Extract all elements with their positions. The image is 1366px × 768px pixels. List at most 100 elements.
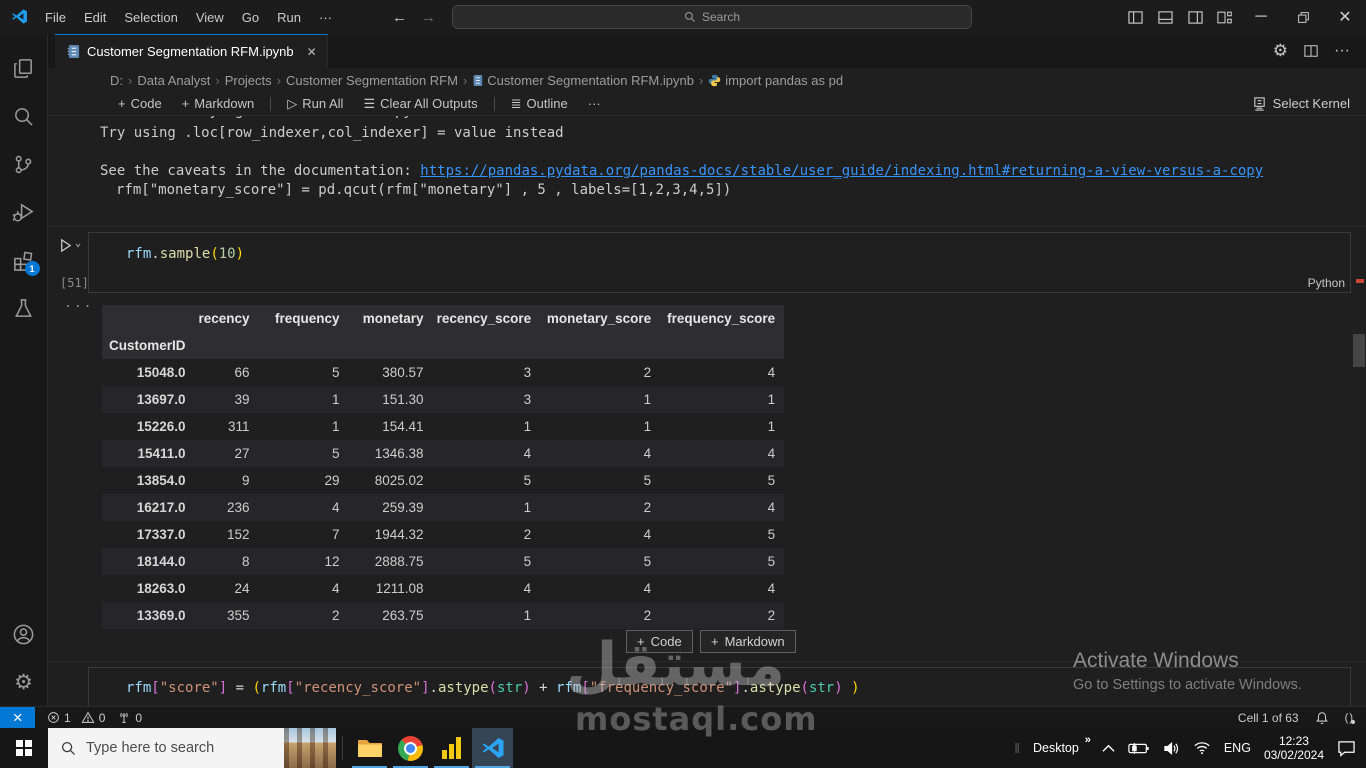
row-index: 13697.0 [136, 392, 186, 407]
problems-indicator[interactable]: 1 0 [47, 711, 105, 725]
cell-value: 9 [242, 473, 250, 488]
toolbar-more-icon[interactable]: ··· [580, 93, 609, 115]
explorer-icon[interactable] [0, 44, 48, 92]
testing-icon[interactable] [0, 284, 48, 332]
code-cell[interactable]: rfm.sample(10) [88, 232, 1351, 293]
editor-more-actions-icon[interactable]: ··· [1334, 42, 1350, 60]
minimize-button[interactable]: ─ [1240, 0, 1282, 34]
select-kernel-button[interactable]: Select Kernel [1252, 96, 1366, 111]
start-button[interactable] [0, 728, 48, 768]
cell-value: 154.41 [382, 419, 424, 434]
insert-markdown-cell-button[interactable]: + Markdown [700, 630, 796, 653]
battery-icon[interactable] [1128, 742, 1150, 755]
column-header: recency [198, 311, 250, 326]
editor-scrollbar[interactable] [1353, 334, 1365, 367]
search-highlight-image[interactable] [284, 728, 336, 768]
action-center-icon[interactable] [1337, 740, 1356, 757]
extensions-icon[interactable]: 1 [0, 236, 48, 284]
cell-value: 1944.32 [374, 527, 424, 542]
speaker-icon[interactable] [1163, 741, 1180, 756]
toggle-sidebar-icon[interactable] [1120, 0, 1150, 34]
close-window-button[interactable]: ✕ [1324, 0, 1366, 34]
braces-icon[interactable]: ( ) [1345, 712, 1355, 724]
breadcrumb-symbol[interactable]: import pandas as pd [708, 73, 843, 88]
tab-close-icon[interactable]: ✕ [307, 45, 317, 59]
cell-indicator[interactable]: Cell 1 of 63 [1238, 711, 1299, 725]
split-editor-icon[interactable] [1304, 44, 1318, 58]
breadcrumb-drive[interactable]: D: [110, 73, 123, 88]
column-header: recency_score [436, 311, 532, 326]
menu-file[interactable]: File [36, 10, 75, 25]
cell-value: 8025.02 [374, 473, 424, 488]
breadcrumb-file[interactable]: Customer Segmentation RFM.ipynb [472, 73, 694, 88]
run-dropdown-caret-icon[interactable]: ⌄ [75, 238, 81, 249]
menu-more-icon[interactable]: ··· [310, 10, 341, 25]
cell-value: 4 [767, 581, 776, 596]
show-hidden-icons-chevron[interactable] [1102, 744, 1115, 753]
breadcrumb-folder[interactable]: Data Analyst [137, 73, 210, 88]
file-explorer-taskbar-button[interactable] [349, 728, 390, 768]
cell-value: 236 [227, 500, 250, 515]
remote-icon [13, 713, 22, 722]
forward-icon[interactable]: → [421, 9, 436, 26]
vscode-taskbar-button[interactable] [472, 728, 513, 768]
add-code-cell-button[interactable]: + Code [110, 93, 170, 115]
toggle-panel-icon[interactable] [1150, 0, 1180, 34]
toggle-secondary-sidebar-icon[interactable] [1180, 0, 1210, 34]
menu-run[interactable]: Run [268, 10, 310, 25]
run-all-button[interactable]: ▷ Run All [279, 93, 351, 115]
cell-value: 2 [523, 527, 532, 542]
documentation-link[interactable]: https://pandas.pydata.org/pandas-docs/st… [420, 163, 1263, 179]
menu-view[interactable]: View [187, 10, 233, 25]
column-header: frequency_score [667, 311, 776, 326]
cell-value: 4 [643, 527, 652, 542]
cell-value: 152 [227, 527, 250, 542]
tab-notebook[interactable]: Customer Segmentation RFM.ipynb ✕ [55, 34, 328, 68]
toolbar-separator [493, 96, 495, 111]
clock[interactable]: 12:23 03/02/2024 [1264, 734, 1324, 762]
run-all-icon: ▷ [287, 95, 298, 111]
settings-gear-icon[interactable]: ⚙ [0, 658, 48, 706]
taskbar-search-box[interactable]: Type here to search [48, 728, 336, 768]
run-cell-button[interactable]: ⌄ [58, 238, 81, 253]
wifi-icon[interactable] [1193, 741, 1211, 755]
table-body: 15048.0 66 5 380.57 3 2 4 13697.0 39 1 151.30 3 1 1 15… [102, 359, 785, 629]
language-indicator[interactable]: ENG [1224, 741, 1251, 755]
menu-go[interactable]: Go [233, 10, 268, 25]
desktop-toolbar-label[interactable]: Desktop» [1033, 734, 1091, 755]
cell-value: 1 [767, 392, 776, 407]
remote-indicator-button[interactable] [0, 707, 35, 728]
customize-layout-icon[interactable] [1210, 0, 1240, 34]
insert-code-cell-button[interactable]: + Code [626, 630, 693, 653]
outline-button[interactable]: ≣ Outline [503, 93, 576, 115]
cell-value: 29 [324, 473, 340, 488]
ports-indicator[interactable]: 0 [117, 711, 142, 725]
clear-all-outputs-button[interactable]: ☰ Clear All Outputs [355, 93, 485, 115]
breadcrumb-folder[interactable]: Projects [225, 73, 272, 88]
menu-edit[interactable]: Edit [75, 10, 115, 25]
outline-icon: ≣ [510, 95, 522, 111]
column-header: monetary_score [546, 311, 652, 326]
run-debug-icon[interactable] [0, 188, 48, 236]
powerbi-taskbar-button[interactable] [431, 728, 472, 768]
breadcrumb-folder[interactable]: Customer Segmentation RFM [286, 73, 458, 88]
source-control-icon[interactable] [0, 140, 48, 188]
cell-value: 4 [523, 581, 532, 596]
notebook-settings-gear-icon[interactable]: ⚙ [1273, 41, 1288, 61]
warning-icon [81, 711, 95, 723]
back-icon[interactable]: ← [392, 9, 407, 26]
command-center-search[interactable]: Search [452, 5, 972, 29]
chrome-taskbar-button[interactable] [390, 728, 431, 768]
add-markdown-cell-button[interactable]: + Markdown [174, 93, 263, 115]
cell-language-label[interactable]: Python [1308, 276, 1345, 290]
restore-button[interactable] [1282, 0, 1324, 34]
notifications-bell-icon[interactable] [1315, 711, 1329, 725]
search-sidebar-icon[interactable] [0, 92, 48, 140]
menu-selection[interactable]: Selection [115, 10, 186, 25]
cell-value: 5 [643, 554, 652, 569]
accounts-icon[interactable] [0, 610, 48, 658]
output-collapse-dots[interactable]: ... [64, 296, 93, 311]
column-header: frequency [275, 311, 340, 326]
chevron-right-icon: › [698, 72, 704, 88]
table-row: 13369.0 355 2 263.75 1 2 2 [102, 602, 785, 629]
